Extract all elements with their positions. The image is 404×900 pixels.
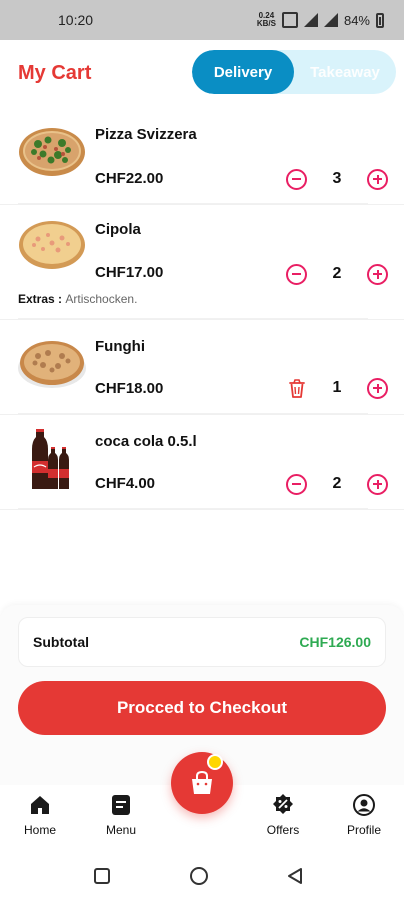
offers-icon [273,794,293,814]
nav-label-menu: Menu [105,823,137,837]
coca-cola-bottles-image [32,429,69,489]
checkout-button[interactable]: Procced to Checkout [18,681,386,735]
pizza-funghi-image [18,341,86,388]
home-icon [31,796,49,814]
item-price: CHF18.00 [95,380,164,397]
cart-header: My Cart Delivery Takeaway [0,48,404,96]
extras-value: Artischocken. [65,292,138,306]
network-speed: 0.24 KB/S [256,11,276,28]
tab-takeaway[interactable]: Takeaway [294,50,396,94]
trash-icon [288,378,305,398]
quantity-value: 1 [332,379,342,396]
battery-percent: 84% [343,12,370,28]
subtotal-label: Subtotal [33,634,89,650]
item-price: CHF4.00 [95,475,156,492]
extras-label: Extras : [18,292,63,306]
nav-item-home[interactable]: Home [10,793,70,837]
pizza-svizzera-image [19,128,85,176]
subtotal-value: CHF126.00 [299,634,371,650]
page-title: My Cart [18,62,92,84]
increase-quantity-button[interactable] [367,377,388,399]
item-divider [18,413,368,414]
signal-icon-2 [323,13,338,27]
order-type-toggle: Delivery Takeaway [192,50,396,94]
back-icon[interactable] [286,867,304,885]
profile-icon [353,794,375,816]
remove-item-button[interactable] [286,377,307,399]
decrease-quantity-button[interactable] [286,168,307,190]
decrease-quantity-button[interactable] [286,263,307,285]
status-time: 10:20 [58,12,94,28]
cart-item: coca cola 0.5.l CHF4.00 2 [0,415,404,510]
increase-quantity-button[interactable] [367,473,388,495]
quantity-stepper: 2 [286,473,388,495]
cart-item: Funghi CHF18.00 1 [0,320,404,415]
quantity-value: 2 [332,475,342,492]
home-button-icon[interactable] [189,867,209,887]
item-name: coca cola 0.5.l [95,433,197,450]
pizza-cipola-image [19,221,85,269]
item-divider [18,318,368,319]
cart-item: Pizza Svizzera CHF22.00 3 [0,110,404,205]
cart-list: Pizza Svizzera CHF22.00 3 Cipola CHF17.0… [0,110,404,510]
tab-delivery[interactable]: Delivery [192,50,294,94]
menu-icon [112,795,130,815]
signal-icon [303,13,318,27]
nav-label-profile: Profile [346,823,381,837]
item-price: CHF22.00 [95,170,164,187]
status-bar: 10:20 0.24 KB/S 84% [0,0,404,40]
quantity-stepper: 1 [286,377,388,399]
nav-label-offers: Offers [266,823,300,837]
increase-quantity-button[interactable] [367,263,388,285]
decrease-quantity-button[interactable] [286,473,307,495]
quantity-stepper: 3 [286,168,388,190]
item-price: CHF17.00 [95,264,164,281]
status-icons: 0.24 KB/S 84% [257,12,384,28]
quantity-value: 3 [332,170,342,187]
cart-item: Cipola CHF17.00 2 Extras : Artischocken. [0,205,404,320]
increase-quantity-button[interactable] [367,168,388,190]
item-divider [18,203,368,204]
subtotal-row: Subtotal CHF126.00 [18,617,386,667]
item-name: Cipola [95,221,141,238]
nav-item-offers[interactable]: Offers [253,793,313,837]
item-name: Funghi [95,338,145,355]
system-navigation-bar [0,850,404,900]
cart-bag-icon [192,770,212,794]
battery-icon [376,12,384,28]
cart-fab-button[interactable] [171,752,233,814]
cart-badge [207,754,223,770]
nav-item-menu[interactable]: Menu [91,793,151,837]
nav-label-home: Home [23,823,56,837]
nav-item-profile[interactable]: Profile [334,793,394,837]
sim-icon [281,12,298,28]
quantity-stepper: 2 [286,263,388,285]
quantity-value: 2 [332,265,342,282]
item-name: Pizza Svizzera [95,126,197,143]
item-divider [18,508,368,509]
item-extras: Extras : Artischocken. [18,292,137,306]
recent-apps-icon[interactable] [93,867,111,885]
